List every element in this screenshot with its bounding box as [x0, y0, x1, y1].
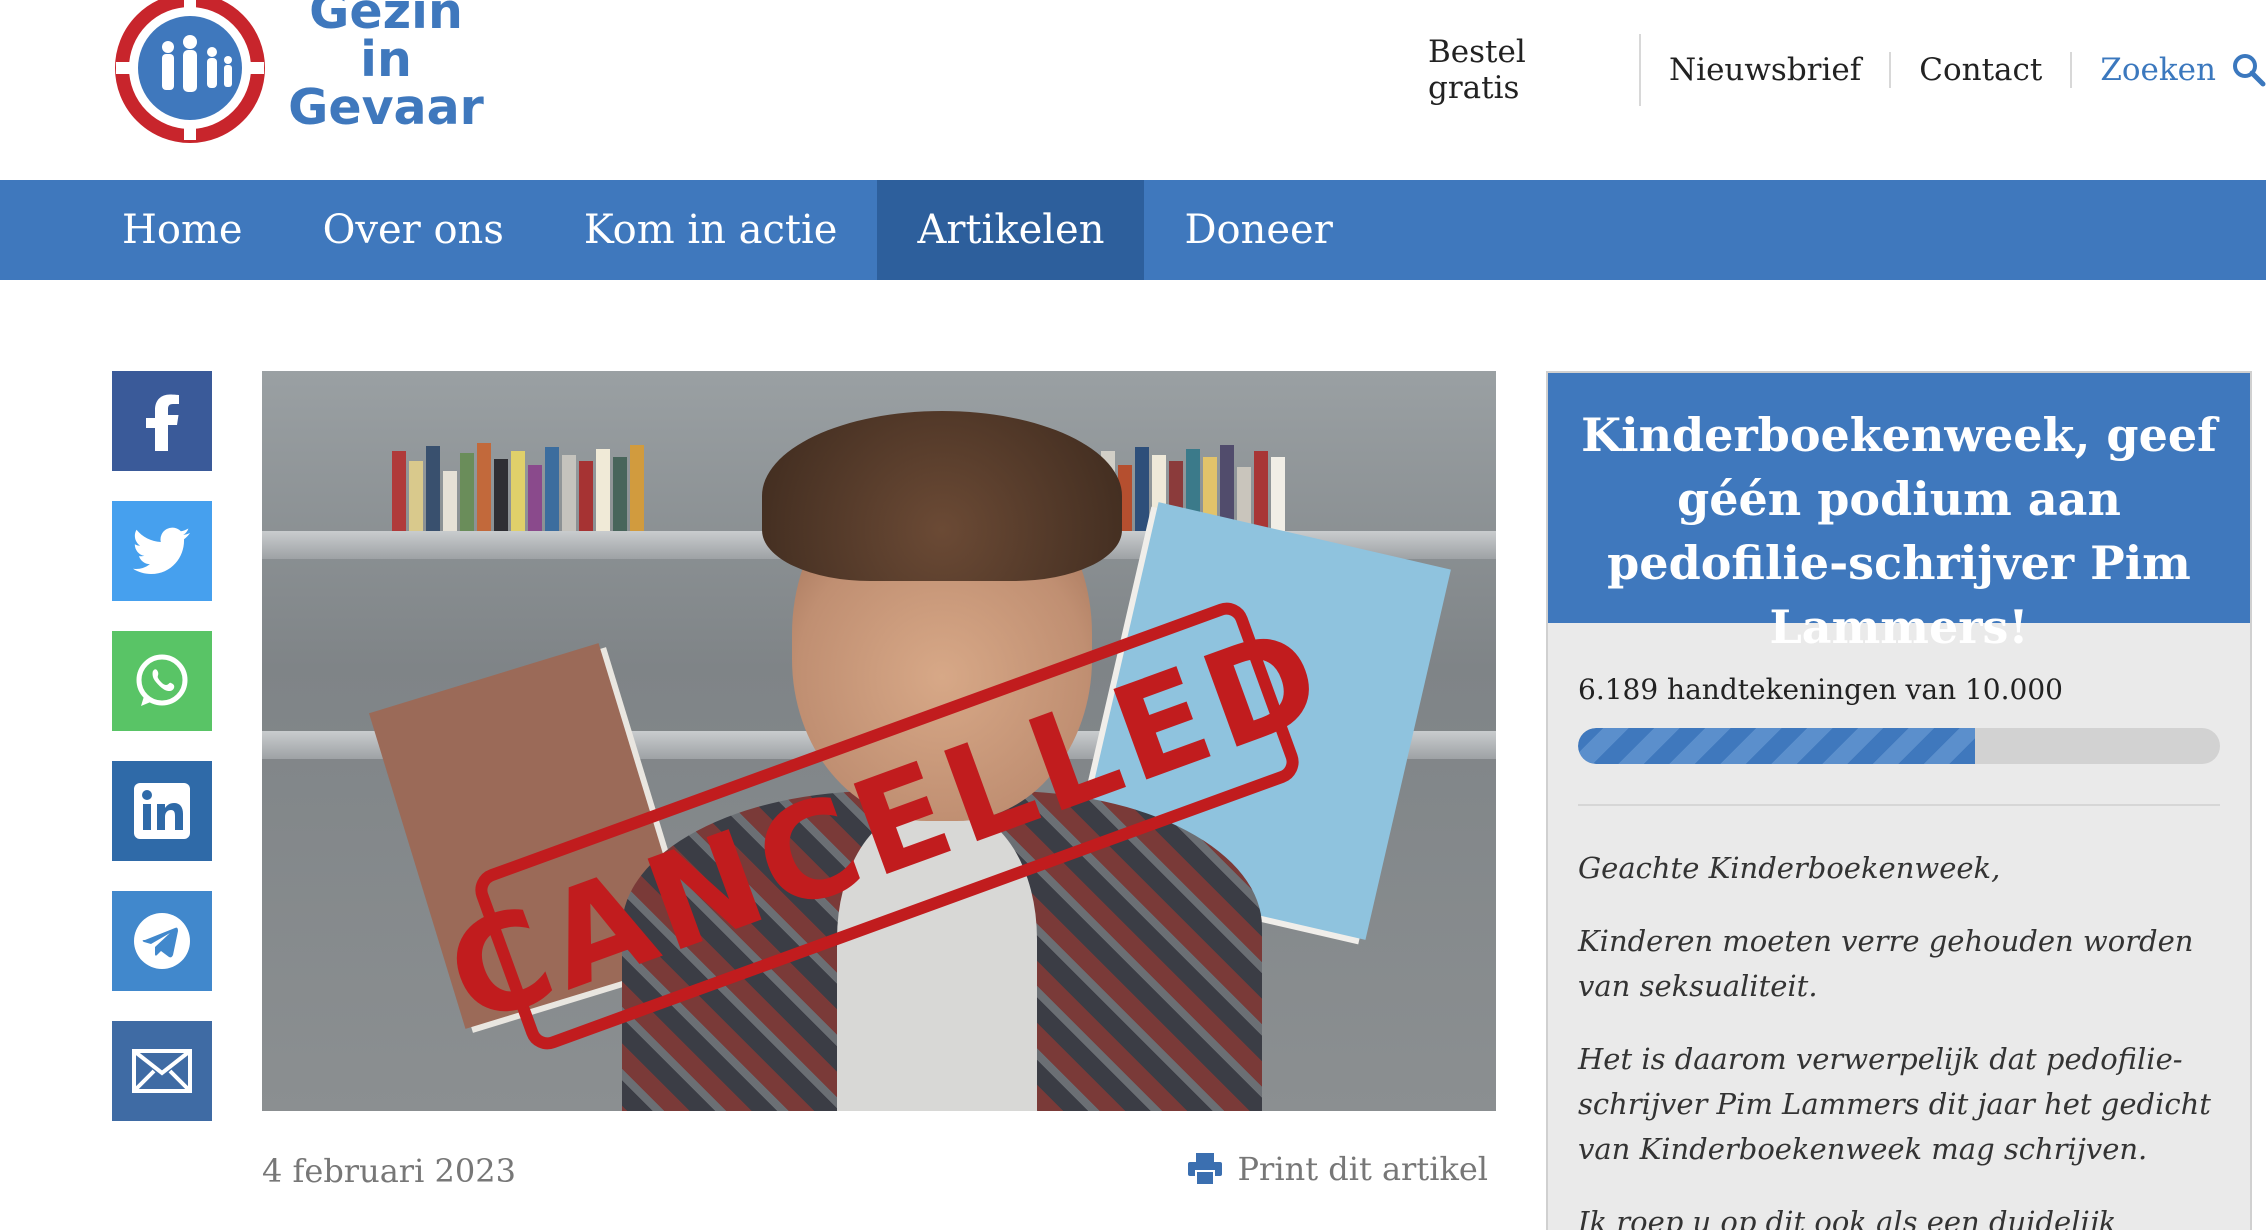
books-row — [392, 441, 644, 531]
petition-title: Kinderboekenweek, geef géén podium aan p… — [1548, 373, 2250, 654]
telegram-icon — [134, 913, 190, 969]
search-link[interactable]: Zoeken — [2072, 52, 2266, 88]
divider — [1578, 804, 2220, 806]
signature-progress-fill — [1578, 728, 1976, 764]
logo-wordmark: Gezin in Gevaar — [281, 0, 491, 132]
share-buttons — [112, 371, 212, 1151]
search-icon — [2233, 54, 2266, 87]
printer-icon — [1187, 1153, 1222, 1185]
linkedin-icon — [134, 783, 190, 839]
letter-paragraph: Het is daarom verwerpelijk dat pedofilie… — [1578, 1042, 2211, 1166]
logo-line-2: in — [360, 31, 412, 88]
article-meta: 4 februari 2023 Print dit artikel — [262, 1150, 1496, 1194]
petition-body: 6.189 handtekeningen van 10.000 Geachte … — [1548, 623, 2250, 1230]
petition-letter: Geachte Kinderboekenweek, Kinderen moete… — [1578, 846, 2220, 1230]
share-linkedin-button[interactable] — [112, 761, 212, 861]
share-twitter-button[interactable] — [112, 501, 212, 601]
whatsapp-icon — [136, 654, 188, 706]
site-logo[interactable]: Gezin in Gevaar — [110, 0, 490, 150]
print-label: Print dit artikel — [1237, 1150, 1488, 1188]
letter-paragraph: Ik roep u op dit ook als een duidelijk s… — [1578, 1205, 2117, 1230]
person-hair — [762, 411, 1122, 581]
search-label: Zoeken — [2100, 52, 2216, 88]
letter-paragraph: Kinderen moeten verre gehouden worden va… — [1578, 924, 2194, 1003]
email-icon — [132, 1049, 192, 1093]
topnav-nieuwsbrief[interactable]: Nieuwsbrief — [1641, 52, 1892, 88]
utility-nav: Bestel gratis Nieuwsbrief Contact Zoeken — [1400, 34, 2266, 106]
share-telegram-button[interactable] — [112, 891, 212, 991]
letter-paragraph: Geachte Kinderboekenweek, — [1578, 851, 2001, 885]
share-facebook-button[interactable] — [112, 371, 212, 471]
petition-widget: Kinderboekenweek, geef géén podium aan p… — [1546, 371, 2252, 1230]
family-logo-icon — [115, 0, 265, 143]
share-email-button[interactable] — [112, 1021, 212, 1121]
nav-artikelen[interactable]: Artikelen — [877, 180, 1145, 280]
print-article-link[interactable]: Print dit artikel — [1187, 1150, 1488, 1188]
nav-doneer[interactable]: Doneer — [1144, 180, 1372, 280]
article-featured-image: CANCELLED — [262, 371, 1496, 1111]
topnav-contact[interactable]: Contact — [1891, 52, 2073, 88]
article-date: 4 februari 2023 — [262, 1152, 516, 1190]
signature-progress-bar — [1578, 728, 2220, 764]
twitter-icon — [133, 527, 190, 574]
signature-count: 6.189 handtekeningen van 10.000 — [1578, 673, 2063, 706]
facebook-icon — [146, 394, 179, 451]
topnav-bestel-gratis[interactable]: Bestel gratis — [1400, 34, 1642, 106]
nav-over-ons[interactable]: Over ons — [283, 180, 544, 280]
nav-home[interactable]: Home — [0, 180, 283, 280]
logo-line-3: Gevaar — [288, 79, 484, 136]
nav-kom-in-actie[interactable]: Kom in actie — [544, 180, 878, 280]
share-whatsapp-button[interactable] — [112, 631, 212, 731]
main-nav: Home Over ons Kom in actie Artikelen Don… — [0, 180, 2266, 280]
